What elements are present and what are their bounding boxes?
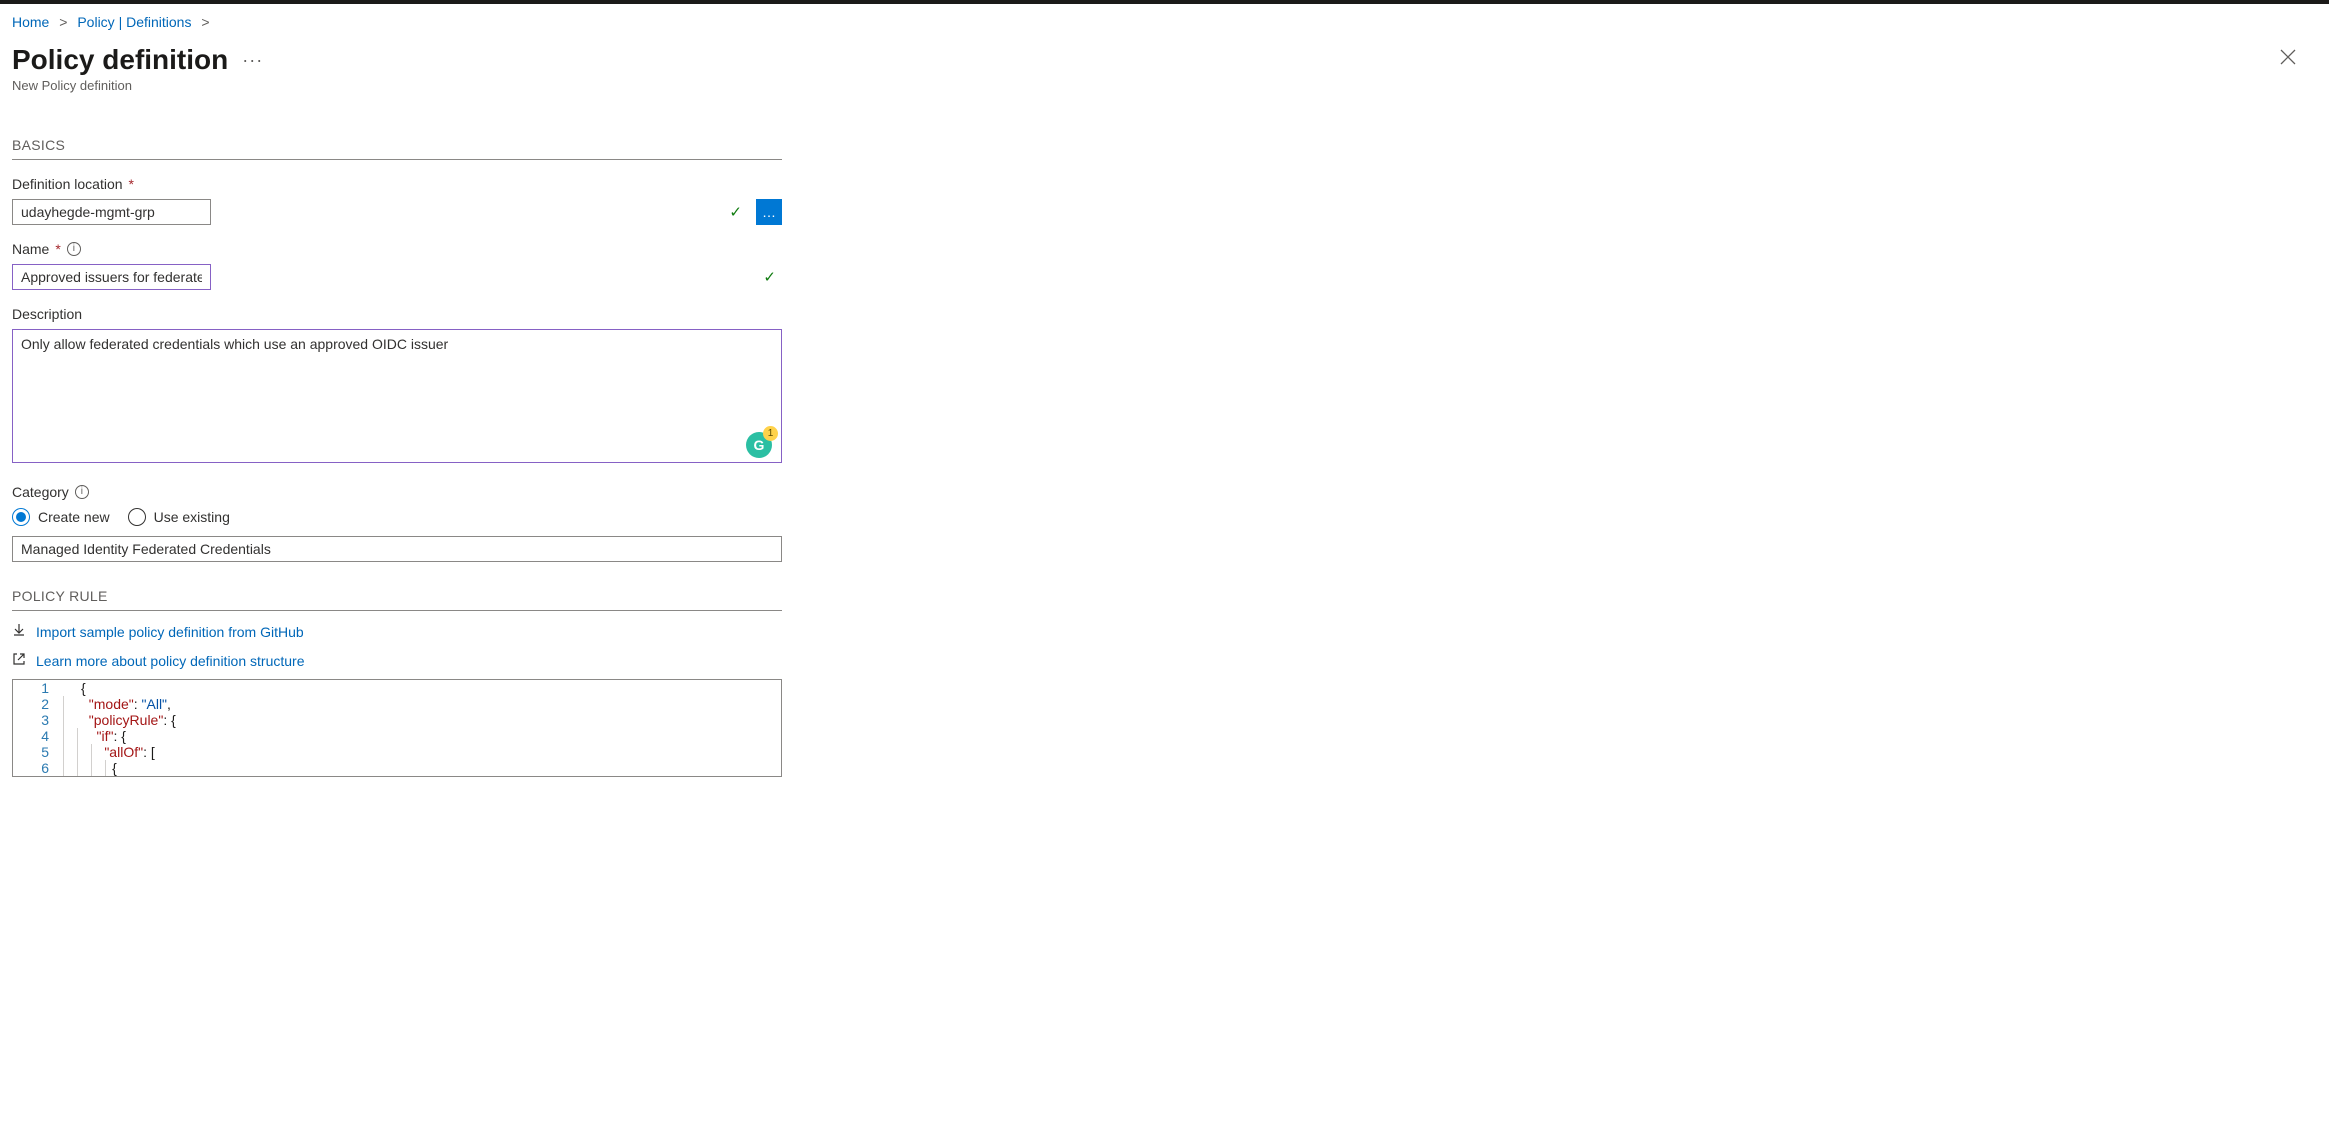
close-button[interactable] — [2279, 44, 2317, 72]
close-icon — [2279, 48, 2297, 66]
required-indicator: * — [55, 241, 60, 257]
radio-icon — [12, 508, 30, 526]
radio-icon — [128, 508, 146, 526]
info-icon[interactable]: i — [75, 485, 89, 499]
radio-use-existing[interactable]: Use existing — [128, 508, 230, 526]
page-title: Policy definition — [12, 44, 228, 76]
label-category: Category — [12, 484, 69, 500]
breadcrumb-sep: > — [53, 14, 73, 30]
import-github-link[interactable]: Import sample policy definition from Git… — [36, 624, 304, 640]
breadcrumb-policy-definitions[interactable]: Policy | Definitions — [77, 14, 191, 30]
required-indicator: * — [129, 176, 134, 192]
label-definition-location: Definition location — [12, 176, 123, 192]
policy-rule-editor[interactable]: 1{ 2 "mode": "All", 3 "policyRule": { 4 … — [12, 679, 782, 777]
more-actions-button[interactable]: ··· — [242, 50, 263, 71]
page-subtitle: New Policy definition — [12, 78, 2317, 93]
radio-use-existing-label: Use existing — [154, 509, 230, 525]
breadcrumb-sep: > — [195, 14, 215, 30]
learn-more-link[interactable]: Learn more about policy definition struc… — [36, 653, 304, 669]
label-description: Description — [12, 306, 82, 322]
check-icon: ✓ — [763, 268, 776, 286]
grammarly-badge: 1 — [763, 426, 778, 441]
category-input[interactable] — [12, 536, 782, 562]
external-link-icon — [12, 652, 28, 669]
description-input[interactable]: Only allow federated credentials which u… — [12, 329, 782, 463]
grammarly-widget[interactable]: G 1 — [746, 432, 772, 458]
download-icon — [12, 623, 28, 640]
info-icon[interactable]: i — [67, 242, 81, 256]
section-policy-rule: POLICY RULE — [12, 588, 782, 611]
breadcrumb: Home > Policy | Definitions > — [12, 4, 2317, 36]
radio-create-new-label: Create new — [38, 509, 110, 525]
breadcrumb-home[interactable]: Home — [12, 14, 49, 30]
name-input[interactable] — [12, 264, 211, 290]
section-basics: BASICS — [12, 137, 782, 160]
definition-location-input[interactable] — [12, 199, 211, 225]
radio-create-new[interactable]: Create new — [12, 508, 110, 526]
definition-location-picker-button[interactable]: … — [756, 199, 782, 225]
label-name: Name — [12, 241, 49, 257]
check-icon: ✓ — [729, 203, 742, 221]
